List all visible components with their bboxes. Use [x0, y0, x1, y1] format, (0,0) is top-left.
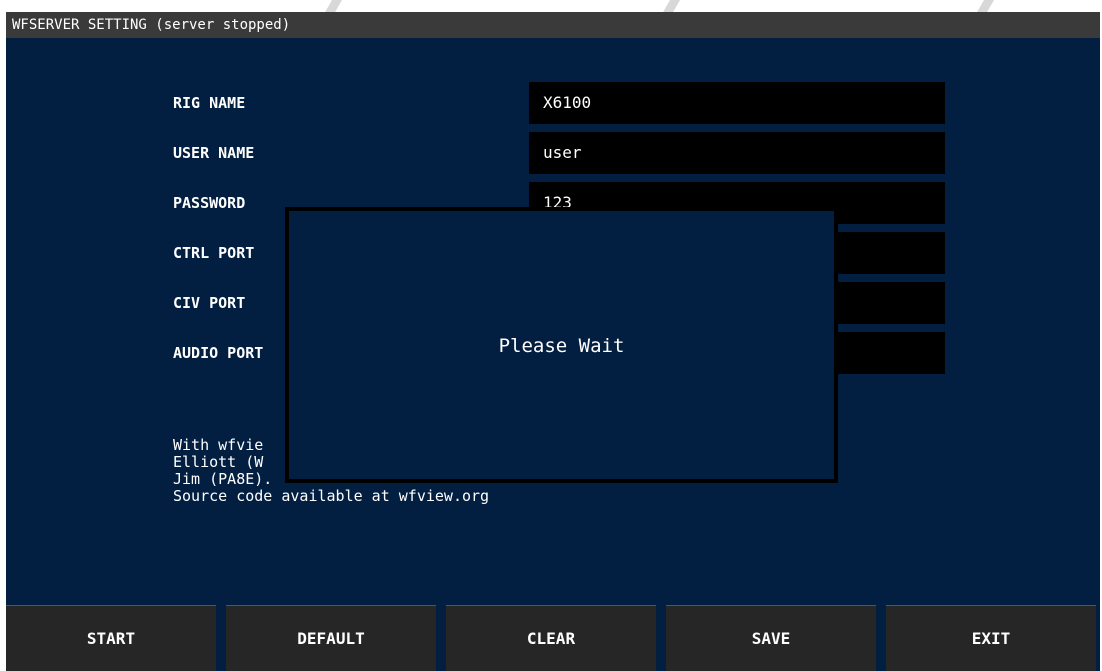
exit-button[interactable]: EXIT — [886, 605, 1096, 671]
rig-name-field[interactable]: X6100 — [529, 82, 945, 124]
please-wait-dialog: Please Wait — [285, 207, 838, 483]
start-button[interactable]: START — [6, 605, 216, 671]
window-title: WFSERVER SETTING (server stopped) — [6, 12, 1100, 38]
about-line: Source code available at wfview.org — [173, 487, 490, 505]
audio-port-label: AUDIO PORT — [173, 344, 264, 362]
wfserver-settings-window: WFSERVER SETTING (server stopped) RIG NA… — [6, 12, 1100, 671]
rig-name-label: RIG NAME — [173, 94, 246, 112]
civ-port-label: CIV PORT — [173, 294, 246, 312]
save-button[interactable]: SAVE — [666, 605, 876, 671]
dialog-message: Please Wait — [498, 335, 625, 357]
clear-button[interactable]: CLEAR — [446, 605, 656, 671]
default-button[interactable]: DEFAULT — [226, 605, 436, 671]
password-label: PASSWORD — [173, 194, 246, 212]
user-name-label: USER NAME — [173, 144, 255, 162]
ctrl-port-label: CTRL PORT — [173, 244, 255, 262]
user-name-field[interactable]: user — [529, 132, 945, 174]
